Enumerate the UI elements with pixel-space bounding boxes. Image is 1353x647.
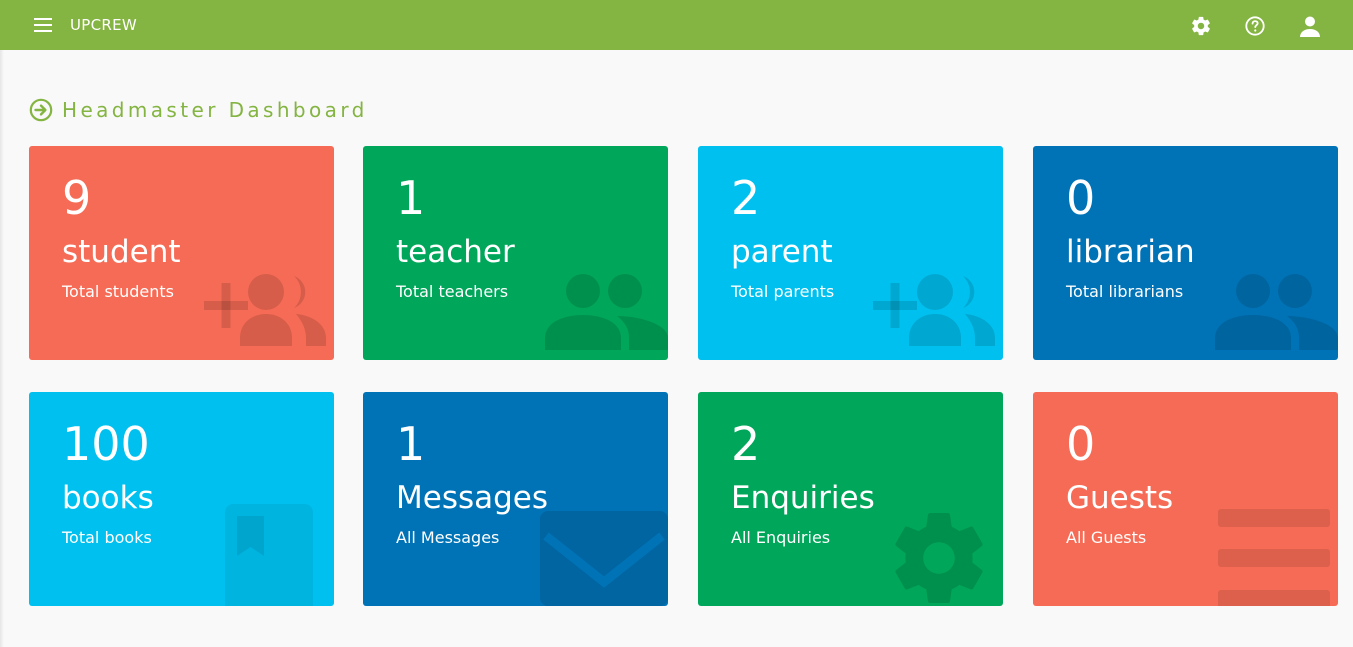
stat-name: Messages <box>396 480 549 516</box>
stat-count: 2 <box>731 417 761 471</box>
stat-name: librarian <box>1066 234 1195 270</box>
menu-icon[interactable] <box>28 12 58 38</box>
page-title-text: Headmaster Dashboard <box>62 98 368 122</box>
gear-icon[interactable] <box>1187 12 1215 40</box>
page-title: Headmaster Dashboard <box>29 97 368 123</box>
stat-card-student[interactable]: 9 student Total students <box>29 146 334 360</box>
stat-name: parent <box>731 234 833 270</box>
stat-count: 0 <box>1066 417 1096 471</box>
stat-card-parent[interactable]: 2 parent Total parents <box>698 146 1003 360</box>
stat-count: 100 <box>62 417 150 471</box>
sidebar-edge <box>0 50 4 647</box>
stat-description: Total parents <box>731 282 835 301</box>
stat-card-messages[interactable]: 1 Messages All Messages <box>363 392 668 606</box>
stat-card-enquiries[interactable]: 2 Enquiries All Enquiries <box>698 392 1003 606</box>
stat-description: All Messages <box>396 528 500 547</box>
add-users-icon <box>204 274 326 346</box>
help-icon[interactable] <box>1241 12 1269 40</box>
stat-count: 9 <box>62 171 92 225</box>
account-icon[interactable] <box>1296 12 1324 40</box>
users-icon <box>1215 274 1338 350</box>
brand-name[interactable]: UPCREW <box>70 0 137 50</box>
add-users-icon <box>873 274 995 346</box>
stat-name: teacher <box>396 234 515 270</box>
stat-name: Enquiries <box>731 480 875 516</box>
users-icon <box>545 274 668 350</box>
stat-description: Total librarians <box>1066 282 1184 301</box>
top-navbar: UPCREW <box>0 0 1353 50</box>
book-icon <box>225 504 313 606</box>
stat-description: All Enquiries <box>731 528 831 547</box>
stat-count: 0 <box>1066 171 1096 225</box>
stat-card-books[interactable]: 100 books Total books <box>29 392 334 606</box>
stat-description: Total books <box>62 528 152 547</box>
stat-description: All Guests <box>1066 528 1147 547</box>
stat-name: student <box>62 234 181 270</box>
stat-description: Total students <box>62 282 174 301</box>
stat-card-guests[interactable]: 0 Guests All Guests <box>1033 392 1338 606</box>
arrow-circle-right-icon <box>29 98 53 122</box>
stat-count: 2 <box>731 171 761 225</box>
stat-name: Guests <box>1066 480 1174 516</box>
stat-description: Total teachers <box>396 282 509 301</box>
stat-count: 1 <box>396 171 426 225</box>
stat-card-teacher[interactable]: 1 teacher Total teachers <box>363 146 668 360</box>
gear-icon <box>895 513 983 603</box>
stat-name: books <box>62 480 154 516</box>
stat-count: 1 <box>396 417 426 471</box>
envelope-icon <box>540 511 668 606</box>
list-icon <box>1218 509 1330 606</box>
stat-card-librarian[interactable]: 0 librarian Total librarians <box>1033 146 1338 360</box>
